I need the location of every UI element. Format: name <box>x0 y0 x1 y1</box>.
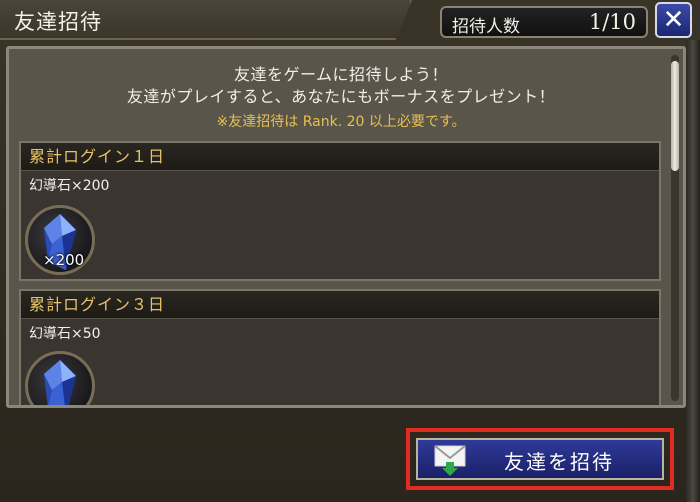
scrollbar[interactable] <box>671 55 679 401</box>
close-icon: ✕ <box>662 5 685 35</box>
invite-panel: 友達をゲームに招待しよう！ 友達がプレイすると、あなたにもボーナスをプレゼント！… <box>6 46 686 408</box>
reward-card: 累計ログイン３日 幻導石×50 <box>19 289 661 405</box>
mail-download-icon <box>434 444 468 480</box>
invite-count-value: 1/10 <box>588 10 636 34</box>
scrollbar-thumb[interactable] <box>671 61 679 171</box>
close-button[interactable]: ✕ <box>655 2 692 38</box>
rank-requirement-note: ※友達招待は Rank. 20 以上必要です。 <box>216 114 466 130</box>
reward-item-text: 幻導石×200 <box>29 178 110 194</box>
intro-line-2: 友達がプレイすると、あなたにもボーナスをプレゼント！ <box>126 87 556 106</box>
invite-count-box: 招待人数 1/10 <box>440 6 648 38</box>
invite-count-label: 招待人数 <box>452 17 520 37</box>
title-bar: 友達招待 <box>0 0 412 40</box>
reward-title: 累計ログイン１日 <box>21 143 659 171</box>
reward-item-text: 幻導石×50 <box>29 326 101 342</box>
invite-button-highlight: 友達を招待 <box>406 428 674 490</box>
invite-button-label: 友達を招待 <box>504 450 614 474</box>
intro-line-1: 友達をゲームに招待しよう！ <box>233 65 449 84</box>
invite-friends-button[interactable]: 友達を招待 <box>416 438 664 480</box>
reward-quantity: ×200 <box>43 251 85 269</box>
reward-card: 累計ログイン１日 幻導石×200 ×200 <box>19 141 661 281</box>
page-title: 友達招待 <box>14 10 102 34</box>
crystal-icon[interactable] <box>25 351 95 405</box>
reward-title: 累計ログイン３日 <box>21 291 659 319</box>
side-frame <box>686 40 700 502</box>
